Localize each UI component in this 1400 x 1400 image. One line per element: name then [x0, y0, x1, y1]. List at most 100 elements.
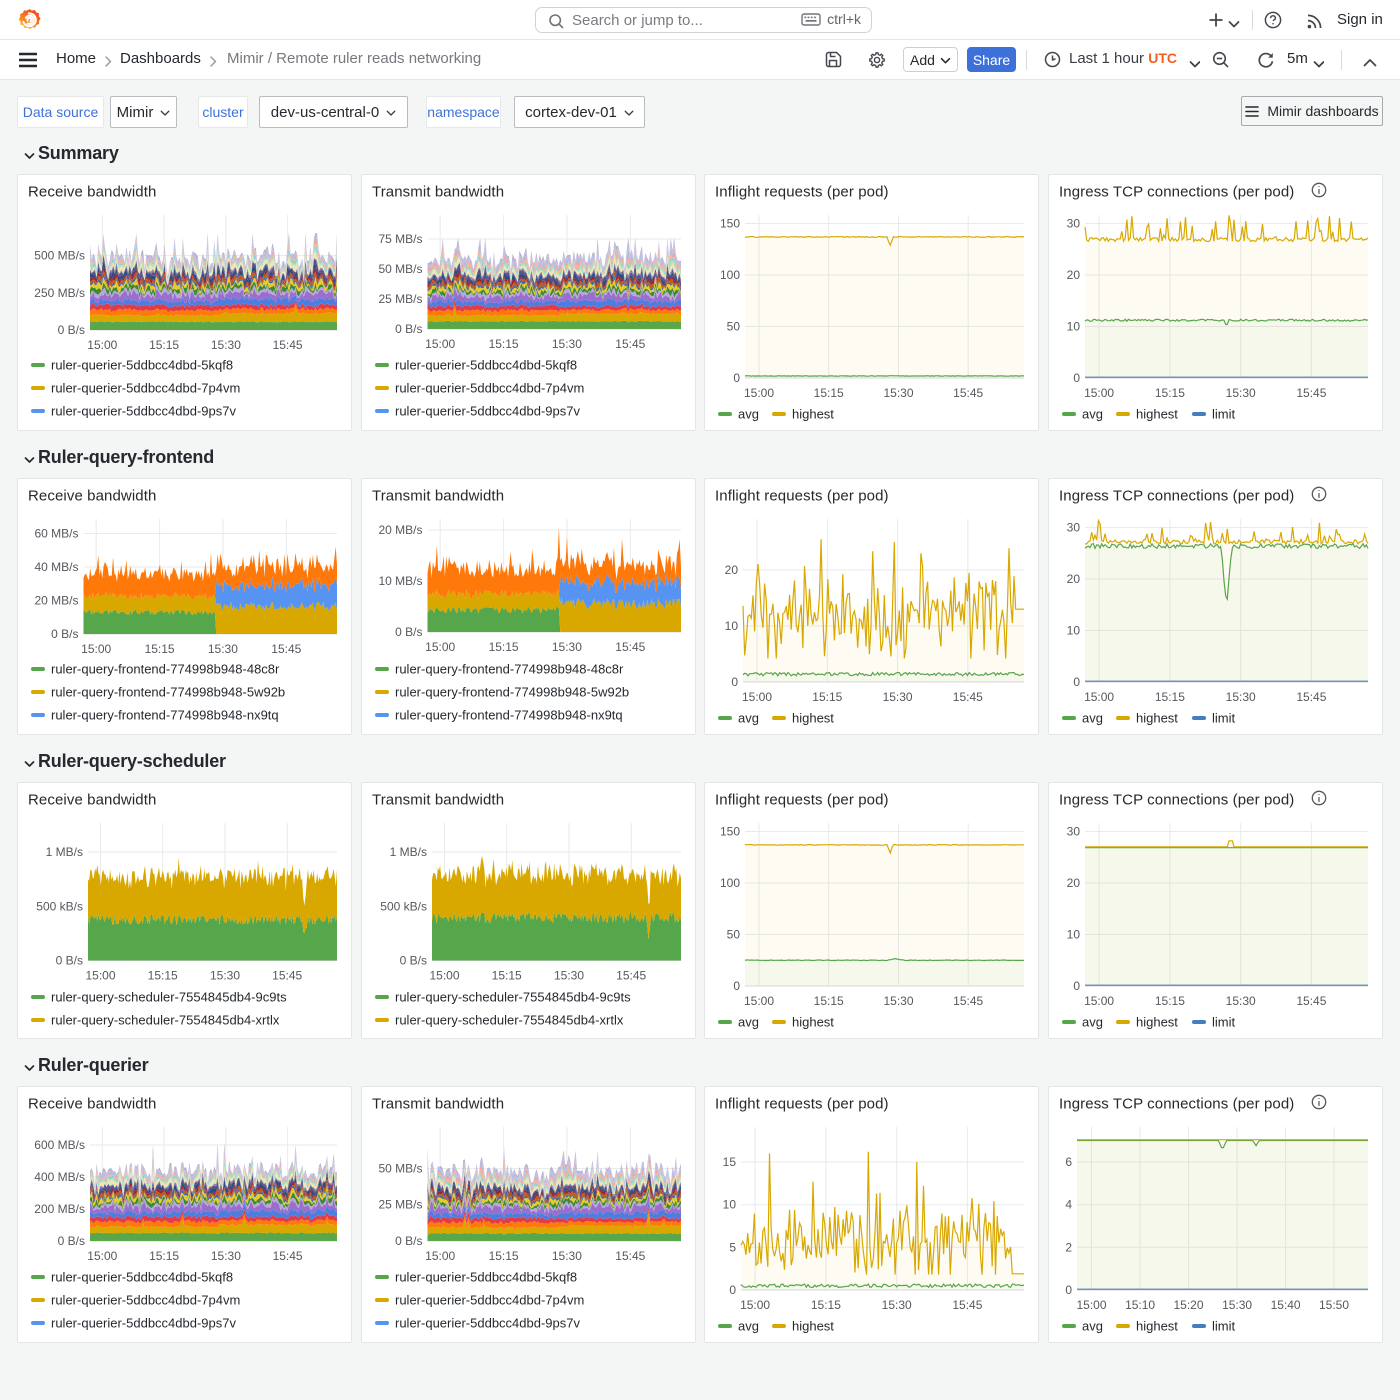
svg-text:ruler-query-scheduler-7554845d: ruler-query-scheduler-7554845db4-9c9ts	[395, 990, 631, 1005]
svg-text:0 B/s: 0 B/s	[58, 1234, 85, 1248]
svg-text:40 MB/s: 40 MB/s	[34, 560, 78, 574]
svg-text:15:45: 15:45	[953, 386, 983, 400]
svg-text:15:00: 15:00	[1084, 994, 1114, 1008]
svg-text:10: 10	[1067, 928, 1081, 942]
svg-text:ruler-querier-5ddbcc4dbd-9ps7v: ruler-querier-5ddbcc4dbd-9ps7v	[51, 1316, 236, 1331]
svg-text:15: 15	[723, 1155, 737, 1169]
svg-text:20 MB/s: 20 MB/s	[378, 523, 422, 537]
svg-text:500 kB/s: 500 kB/s	[380, 900, 427, 914]
svg-text:ruler-query-frontend-774998b94: ruler-query-frontend-774998b948-nx9tq	[51, 708, 279, 723]
svg-text:avg: avg	[738, 1319, 759, 1334]
svg-text:15:00: 15:00	[87, 338, 117, 352]
svg-text:15:30: 15:30	[883, 690, 913, 704]
svg-text:15:15: 15:15	[1155, 690, 1185, 704]
svg-text:15:30: 15:30	[884, 994, 914, 1008]
svg-text:50: 50	[727, 320, 741, 334]
svg-text:Inflight requests (per pod): Inflight requests (per pod)	[715, 792, 889, 809]
svg-text:20 MB/s: 20 MB/s	[34, 594, 78, 608]
svg-text:avg: avg	[1082, 1015, 1103, 1030]
svg-text:0 B/s: 0 B/s	[56, 954, 83, 968]
svg-text:avg: avg	[738, 1015, 759, 1030]
svg-text:0 B/s: 0 B/s	[58, 323, 85, 337]
svg-text:ruler-querier-5ddbcc4dbd-7p4vm: ruler-querier-5ddbcc4dbd-7p4vm	[51, 1293, 240, 1308]
svg-text:avg: avg	[738, 711, 759, 726]
svg-text:15:10: 15:10	[1125, 1298, 1155, 1312]
svg-text:15:45: 15:45	[1296, 386, 1326, 400]
svg-text:15:15: 15:15	[149, 338, 179, 352]
svg-text:15:30: 15:30	[1226, 386, 1256, 400]
svg-text:0 B/s: 0 B/s	[395, 625, 422, 639]
svg-text:limit: limit	[1212, 407, 1235, 422]
svg-text:15:15: 15:15	[814, 994, 844, 1008]
svg-text:limit: limit	[1212, 1015, 1235, 1030]
svg-text:50 MB/s: 50 MB/s	[378, 262, 422, 276]
svg-text:Transmit bandwidth: Transmit bandwidth	[372, 1096, 504, 1113]
svg-text:highest: highest	[1136, 711, 1178, 726]
svg-text:75 MB/s: 75 MB/s	[378, 232, 422, 246]
svg-text:30: 30	[1067, 521, 1081, 535]
svg-text:150: 150	[720, 217, 740, 231]
svg-text:avg: avg	[1082, 407, 1103, 422]
svg-text:avg: avg	[1082, 711, 1103, 726]
svg-text:15:15: 15:15	[149, 1249, 179, 1263]
svg-text:250 MB/s: 250 MB/s	[34, 286, 85, 300]
svg-text:15:45: 15:45	[273, 338, 303, 352]
svg-text:0: 0	[734, 979, 741, 993]
svg-text:ruler-query-scheduler-7554845d: ruler-query-scheduler-7554845db4-xrtlx	[395, 1013, 624, 1028]
svg-text:15:30: 15:30	[884, 386, 914, 400]
svg-text:100: 100	[720, 268, 740, 282]
svg-text:15:30: 15:30	[211, 1249, 241, 1263]
svg-text:ruler-querier-5ddbcc4dbd-9ps7v: ruler-querier-5ddbcc4dbd-9ps7v	[395, 1316, 580, 1331]
svg-text:0: 0	[1065, 1283, 1072, 1297]
svg-text:60 MB/s: 60 MB/s	[34, 527, 78, 541]
svg-text:15:30: 15:30	[210, 969, 240, 983]
svg-text:15:00: 15:00	[742, 690, 772, 704]
svg-text:15:30: 15:30	[882, 1298, 912, 1312]
svg-text:15:15: 15:15	[488, 1249, 518, 1263]
svg-text:0: 0	[1073, 371, 1080, 385]
svg-text:15:45: 15:45	[615, 640, 645, 654]
svg-text:15:00: 15:00	[425, 1249, 455, 1263]
svg-text:10: 10	[1067, 320, 1081, 334]
svg-text:highest: highest	[1136, 1319, 1178, 1334]
svg-text:20: 20	[1067, 268, 1081, 282]
svg-text:avg: avg	[738, 407, 759, 422]
svg-text:15:30: 15:30	[1222, 1298, 1252, 1312]
svg-text:ruler-querier-5ddbcc4dbd-5kqf8: ruler-querier-5ddbcc4dbd-5kqf8	[51, 358, 233, 373]
svg-text:0: 0	[730, 1283, 737, 1297]
svg-text:25 MB/s: 25 MB/s	[378, 292, 422, 306]
svg-text:highest: highest	[792, 711, 834, 726]
svg-text:4: 4	[1065, 1198, 1072, 1212]
svg-text:30: 30	[1067, 217, 1081, 231]
svg-text:ruler-query-scheduler-7554845d: ruler-query-scheduler-7554845db4-xrtlx	[51, 1013, 280, 1028]
svg-text:15:45: 15:45	[272, 969, 302, 983]
svg-text:200 MB/s: 200 MB/s	[34, 1202, 85, 1216]
svg-text:15:30: 15:30	[1226, 690, 1256, 704]
svg-text:15:15: 15:15	[1155, 386, 1185, 400]
svg-text:10: 10	[725, 619, 739, 633]
svg-text:15:45: 15:45	[953, 690, 983, 704]
svg-text:10: 10	[723, 1198, 737, 1212]
svg-text:0 B/s: 0 B/s	[399, 954, 426, 968]
svg-text:Ingress TCP connections (per p: Ingress TCP connections (per pod)	[1059, 1096, 1294, 1113]
svg-text:15:15: 15:15	[488, 640, 518, 654]
svg-text:limit: limit	[1212, 711, 1235, 726]
svg-text:15:00: 15:00	[740, 1298, 770, 1312]
svg-text:15:45: 15:45	[953, 1298, 983, 1312]
svg-text:15:30: 15:30	[1226, 994, 1256, 1008]
svg-text:highest: highest	[792, 407, 834, 422]
svg-text:0: 0	[734, 371, 741, 385]
svg-text:15:45: 15:45	[1296, 690, 1326, 704]
svg-text:ruler-querier-5ddbcc4dbd-5kqf8: ruler-querier-5ddbcc4dbd-5kqf8	[51, 1270, 233, 1285]
svg-text:avg: avg	[1082, 1319, 1103, 1334]
svg-text:Receive bandwidth: Receive bandwidth	[28, 792, 156, 809]
svg-text:15:00: 15:00	[429, 969, 459, 983]
svg-text:15:45: 15:45	[615, 337, 645, 351]
svg-text:0 B/s: 0 B/s	[395, 1234, 422, 1248]
svg-text:150: 150	[720, 825, 740, 839]
svg-text:0: 0	[732, 675, 739, 689]
svg-text:Inflight requests (per pod): Inflight requests (per pod)	[715, 488, 889, 505]
svg-text:20: 20	[725, 563, 739, 577]
svg-text:15:30: 15:30	[554, 969, 584, 983]
svg-text:Receive bandwidth: Receive bandwidth	[28, 1096, 156, 1113]
